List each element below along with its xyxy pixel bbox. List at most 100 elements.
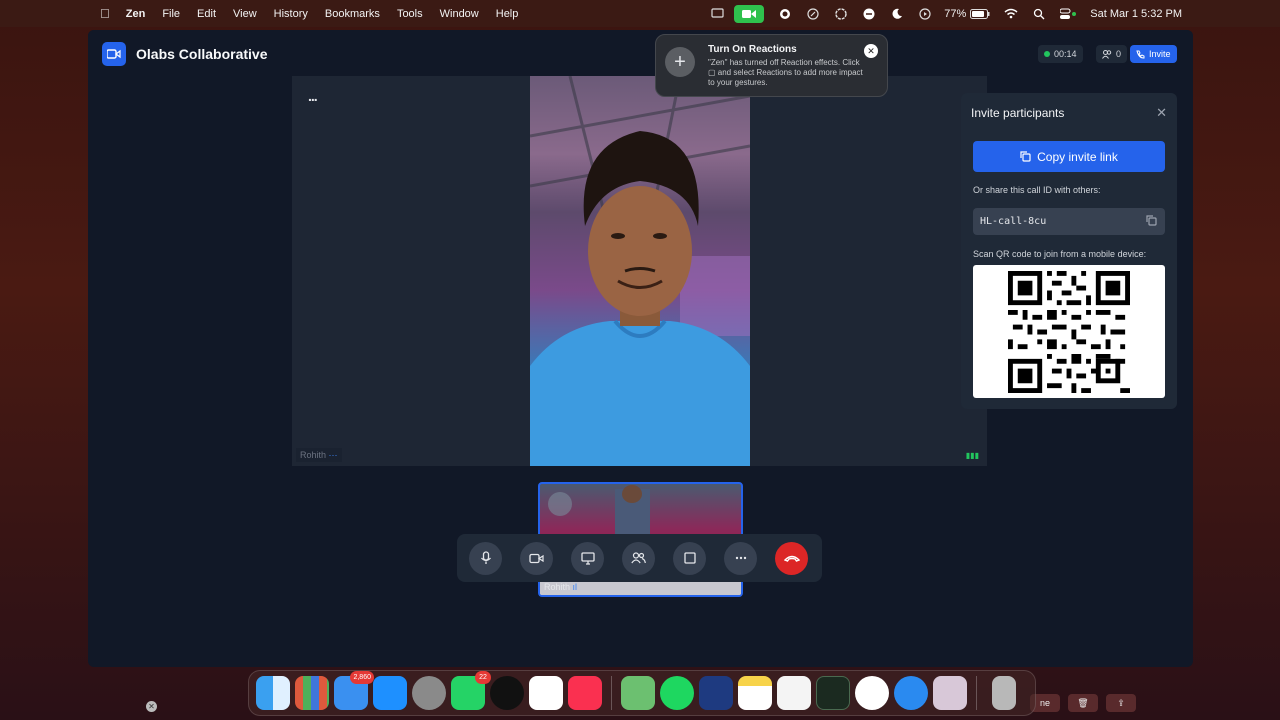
- main-participant-video: [530, 76, 750, 466]
- camera-in-use-icon[interactable]: [734, 4, 765, 23]
- blocker-icon[interactable]: [862, 7, 876, 21]
- participants-button[interactable]: [622, 541, 655, 575]
- qr-code-container: [973, 265, 1165, 398]
- camera-button[interactable]: [520, 541, 553, 575]
- whatsapp-icon[interactable]: 22: [451, 671, 491, 710]
- battery-icon[interactable]: [970, 7, 990, 21]
- menu-help[interactable]: Help: [496, 8, 519, 20]
- menu-bar:  Zen File Edit View History Bookmarks T…: [0, 0, 1280, 27]
- timer-text: 00:14: [1054, 49, 1077, 59]
- microphone-button[interactable]: [469, 541, 502, 575]
- preview-icon[interactable]: [933, 676, 967, 710]
- end-call-icon: [783, 555, 800, 562]
- people-icon: [1102, 49, 1112, 59]
- stage-more-button[interactable]: ...: [308, 88, 318, 104]
- threads-icon[interactable]: [490, 676, 524, 710]
- notes-icon[interactable]: [738, 676, 772, 710]
- main-participant-name: Rohith ···: [296, 448, 342, 462]
- call-id-value: HL-call-8cu: [980, 216, 1047, 227]
- call-controls: [457, 534, 822, 582]
- menu-bookmarks[interactable]: Bookmarks: [325, 8, 380, 20]
- spotlight-search-icon[interactable]: [1032, 7, 1046, 21]
- camera-icon: [529, 553, 544, 563]
- call-timer: 00:14: [1038, 45, 1083, 63]
- chatgpt-icon[interactable]: [855, 676, 889, 710]
- finder-icon[interactable]: [256, 676, 290, 710]
- app-window: Olabs Collaborative 00:14 0 Invite ... R…: [88, 30, 1193, 667]
- participants-count-button[interactable]: 0: [1096, 45, 1128, 63]
- self-view-name: Rohith ıl: [544, 582, 578, 592]
- menu-history[interactable]: History: [274, 8, 308, 20]
- title-bar: Olabs Collaborative 00:14 0 Invite: [88, 30, 1193, 76]
- mail-badge: 2,860: [350, 671, 374, 684]
- menu-tools[interactable]: Tools: [397, 8, 423, 20]
- more-options-button[interactable]: [724, 541, 757, 575]
- control-center-icon[interactable]: [1060, 7, 1078, 21]
- menubar-clock[interactable]: Sat Mar 1 5:32 PM: [1090, 8, 1182, 20]
- dock: 2,860 22: [248, 670, 1036, 716]
- screen-share-icon: [580, 551, 595, 565]
- wifi-icon[interactable]: [1004, 7, 1018, 21]
- audio-level-icon: ···: [328, 450, 338, 460]
- launchpad-icon[interactable]: [295, 676, 329, 710]
- layout-icon: [683, 552, 696, 564]
- copy-invite-link-label: Copy invite link: [1037, 149, 1118, 164]
- participants-count: 0: [1116, 49, 1122, 59]
- word-icon[interactable]: [699, 676, 733, 710]
- menu-file[interactable]: File: [162, 8, 180, 20]
- dock-separator: [611, 676, 612, 710]
- phone-icon: [1136, 50, 1145, 59]
- safari-icon[interactable]: [894, 676, 928, 710]
- trash-small-icon[interactable]: 🗑: [1068, 694, 1098, 712]
- mail-icon[interactable]: 2,860: [334, 671, 374, 710]
- invite-participants-panel: Invite participants ✕ Copy invite link O…: [961, 93, 1177, 409]
- live-dot-icon: [1044, 51, 1050, 57]
- invite-button[interactable]: Invite: [1130, 45, 1177, 63]
- reactions-notification[interactable]: + Turn On Reactions "Zen" has turned off…: [655, 34, 888, 97]
- signal-strength-icon: ▮▮▮: [965, 451, 979, 460]
- play-icon[interactable]: [918, 7, 932, 21]
- openai-icon[interactable]: [834, 7, 848, 21]
- invite-panel-title: Invite participants: [971, 106, 1065, 120]
- layout-button[interactable]: [673, 541, 706, 575]
- trash-icon[interactable]: [992, 676, 1016, 710]
- record-icon[interactable]: [778, 7, 792, 21]
- app-title: Olabs Collaborative: [136, 46, 268, 62]
- app-store-icon[interactable]: [373, 676, 407, 710]
- participants-icon: [631, 552, 646, 564]
- menu-edit[interactable]: Edit: [197, 8, 216, 20]
- vscode-icon[interactable]: [529, 676, 563, 710]
- menu-view[interactable]: View: [233, 8, 257, 20]
- notification-body: "Zen" has turned off Reaction effects. C…: [708, 58, 863, 87]
- menu-window[interactable]: Window: [440, 8, 479, 20]
- share-call-id-text: Or share this call ID with others:: [973, 185, 1101, 195]
- reactions-plus-icon: +: [665, 47, 695, 77]
- activity-monitor-icon[interactable]: [816, 676, 850, 710]
- video-camera-logo-icon: [102, 42, 126, 66]
- focus-moon-icon[interactable]: [890, 7, 904, 21]
- battery-percent: 77%: [944, 7, 967, 20]
- system-settings-icon[interactable]: [412, 676, 446, 710]
- compass-icon[interactable]: [806, 7, 820, 21]
- more-icon: [735, 556, 746, 560]
- spotify-icon[interactable]: [660, 676, 694, 710]
- share-small-icon[interactable]: ⇪: [1106, 694, 1136, 712]
- call-id-field[interactable]: HL-call-8cu: [973, 208, 1165, 235]
- textedit-icon[interactable]: [777, 676, 811, 710]
- menu-app-name[interactable]: Zen: [126, 8, 146, 20]
- notification-close-icon[interactable]: ✕: [864, 44, 878, 58]
- end-call-button[interactable]: [775, 541, 808, 575]
- whatsapp-badge: 22: [475, 671, 491, 684]
- screen-mirror-icon[interactable]: [710, 7, 724, 21]
- copy-call-id-icon[interactable]: [1146, 215, 1157, 226]
- music-icon[interactable]: [568, 676, 602, 710]
- participant-portrait: [530, 76, 750, 466]
- screen-share-button[interactable]: [571, 541, 604, 575]
- copy-icon: [1020, 151, 1031, 162]
- copy-invite-link-button[interactable]: Copy invite link: [973, 141, 1165, 172]
- apple-icon[interactable]: : [100, 6, 110, 21]
- background-close-icon[interactable]: ✕: [146, 701, 157, 712]
- close-icon[interactable]: ✕: [1156, 105, 1167, 121]
- qr-code-icon: [1008, 270, 1130, 393]
- maps-icon[interactable]: [621, 676, 655, 710]
